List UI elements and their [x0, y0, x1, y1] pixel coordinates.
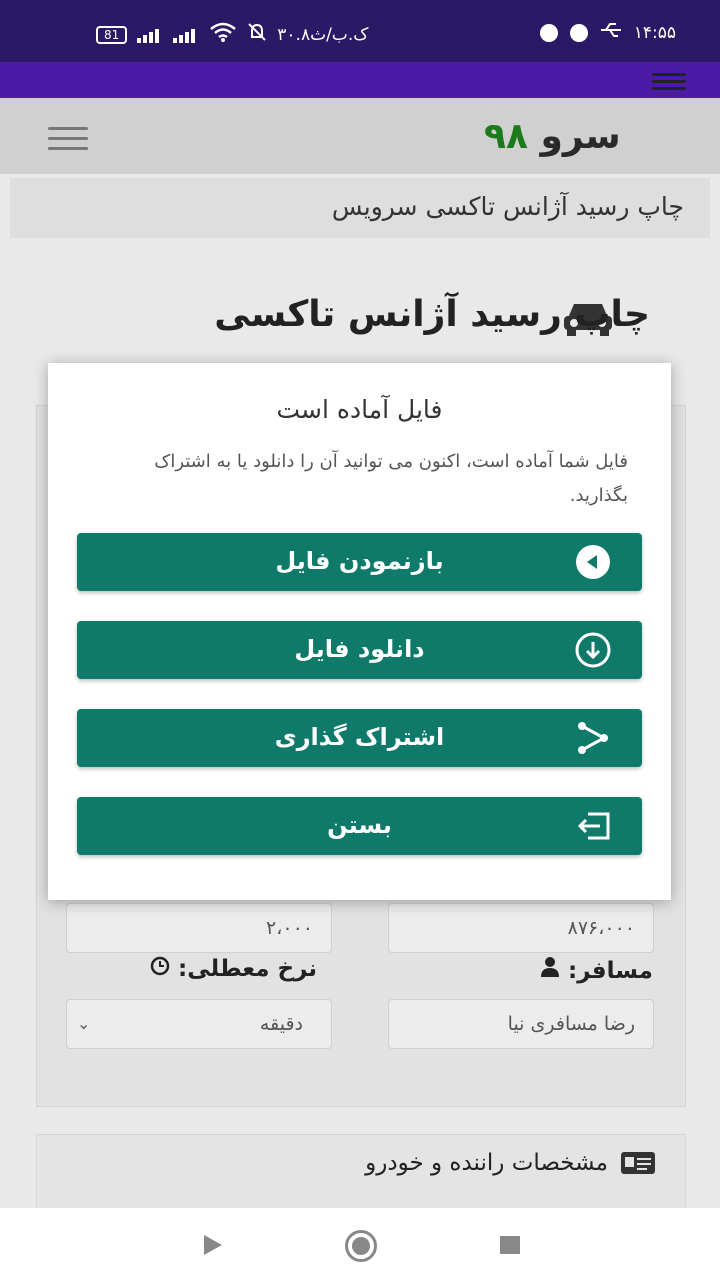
share-label: اشتراک گذاری [274, 723, 445, 751]
file-ready-dialog: فایل آماده است فایل شما آماده است، اکنون… [48, 363, 671, 900]
wifi-icon [209, 22, 237, 47]
download-icon [574, 632, 612, 668]
logo-text: سرو [540, 116, 621, 157]
chevron-down-icon: ⌄ [77, 1014, 91, 1033]
fare-field[interactable]: ۸۷۶،۰۰۰ [388, 903, 654, 953]
status-bar: 81 ۳۰.۸ک.ب/ث ۱۴:۵۵ [0, 0, 720, 62]
exit-icon [574, 808, 612, 844]
open-file-label: بازنمودن فایل [275, 547, 444, 575]
rate-unit-value: دقیقه [259, 1013, 303, 1035]
nav-recents-icon[interactable] [500, 1236, 520, 1254]
nav-back-icon[interactable] [204, 1235, 222, 1255]
browser-menu-icon[interactable] [652, 69, 686, 94]
share-icon [574, 720, 612, 756]
usb-icon [600, 22, 622, 43]
page-title: چاپ رسید آژانس تاکسی [214, 294, 650, 335]
dialog-message: فایل شما آماده است، اکنون می توانید آن ر… [154, 451, 628, 506]
battery-indicator: 81 [96, 25, 128, 44]
nav-home-icon[interactable] [345, 1230, 377, 1262]
driver-section-title: مشخصات راننده و خودرو [365, 1150, 608, 1176]
download-file-button[interactable]: دانلود فایل [77, 621, 642, 679]
rate-label: نرخ معطلی: [150, 956, 317, 982]
rate-unit-select[interactable]: دقیقه ⌄ [66, 999, 332, 1049]
waiting-fee-field[interactable]: ۲،۰۰۰ [66, 903, 332, 953]
passenger-name-field[interactable]: رضا مسافری نیا [388, 999, 654, 1049]
driver-section-label: مشخصات راننده و خودرو [365, 1150, 608, 1176]
clock-time: ۱۴:۵۵ [633, 22, 676, 43]
logo-number: ۹۸ [484, 116, 528, 157]
site-logo[interactable]: سرو ۹۸ [484, 116, 621, 157]
browser-toolbar [0, 62, 720, 98]
shop-notification-icon [569, 23, 588, 42]
share-button[interactable]: اشتراک گذاری [77, 709, 642, 767]
download-file-label: دانلود فایل [294, 635, 425, 663]
dialog-title: فایل آماده است [276, 395, 443, 424]
close-button[interactable]: بستن [77, 797, 642, 855]
hamburger-menu-icon[interactable] [48, 120, 88, 157]
app-notification-icon [539, 23, 558, 42]
breadcrumb: چاپ رسید آژانس تاکسی سرویس [10, 178, 710, 238]
rate-label-text: نرخ معطلی: [178, 956, 318, 982]
network-speed: ۳۰.۸ک.ب/ث [277, 24, 369, 45]
open-file-button[interactable]: بازنمودن فایل [77, 533, 642, 591]
clock-icon [150, 956, 170, 982]
id-card-icon [620, 1151, 656, 1179]
close-label: بستن [327, 811, 392, 839]
passenger-label-text: مسافر: [568, 958, 653, 984]
play-icon [574, 544, 612, 580]
signal-icon [137, 27, 163, 43]
mute-bell-icon [247, 22, 267, 47]
passenger-label: مسافر: [540, 956, 653, 984]
user-icon [540, 957, 560, 984]
signal-icon-2 [173, 27, 199, 43]
